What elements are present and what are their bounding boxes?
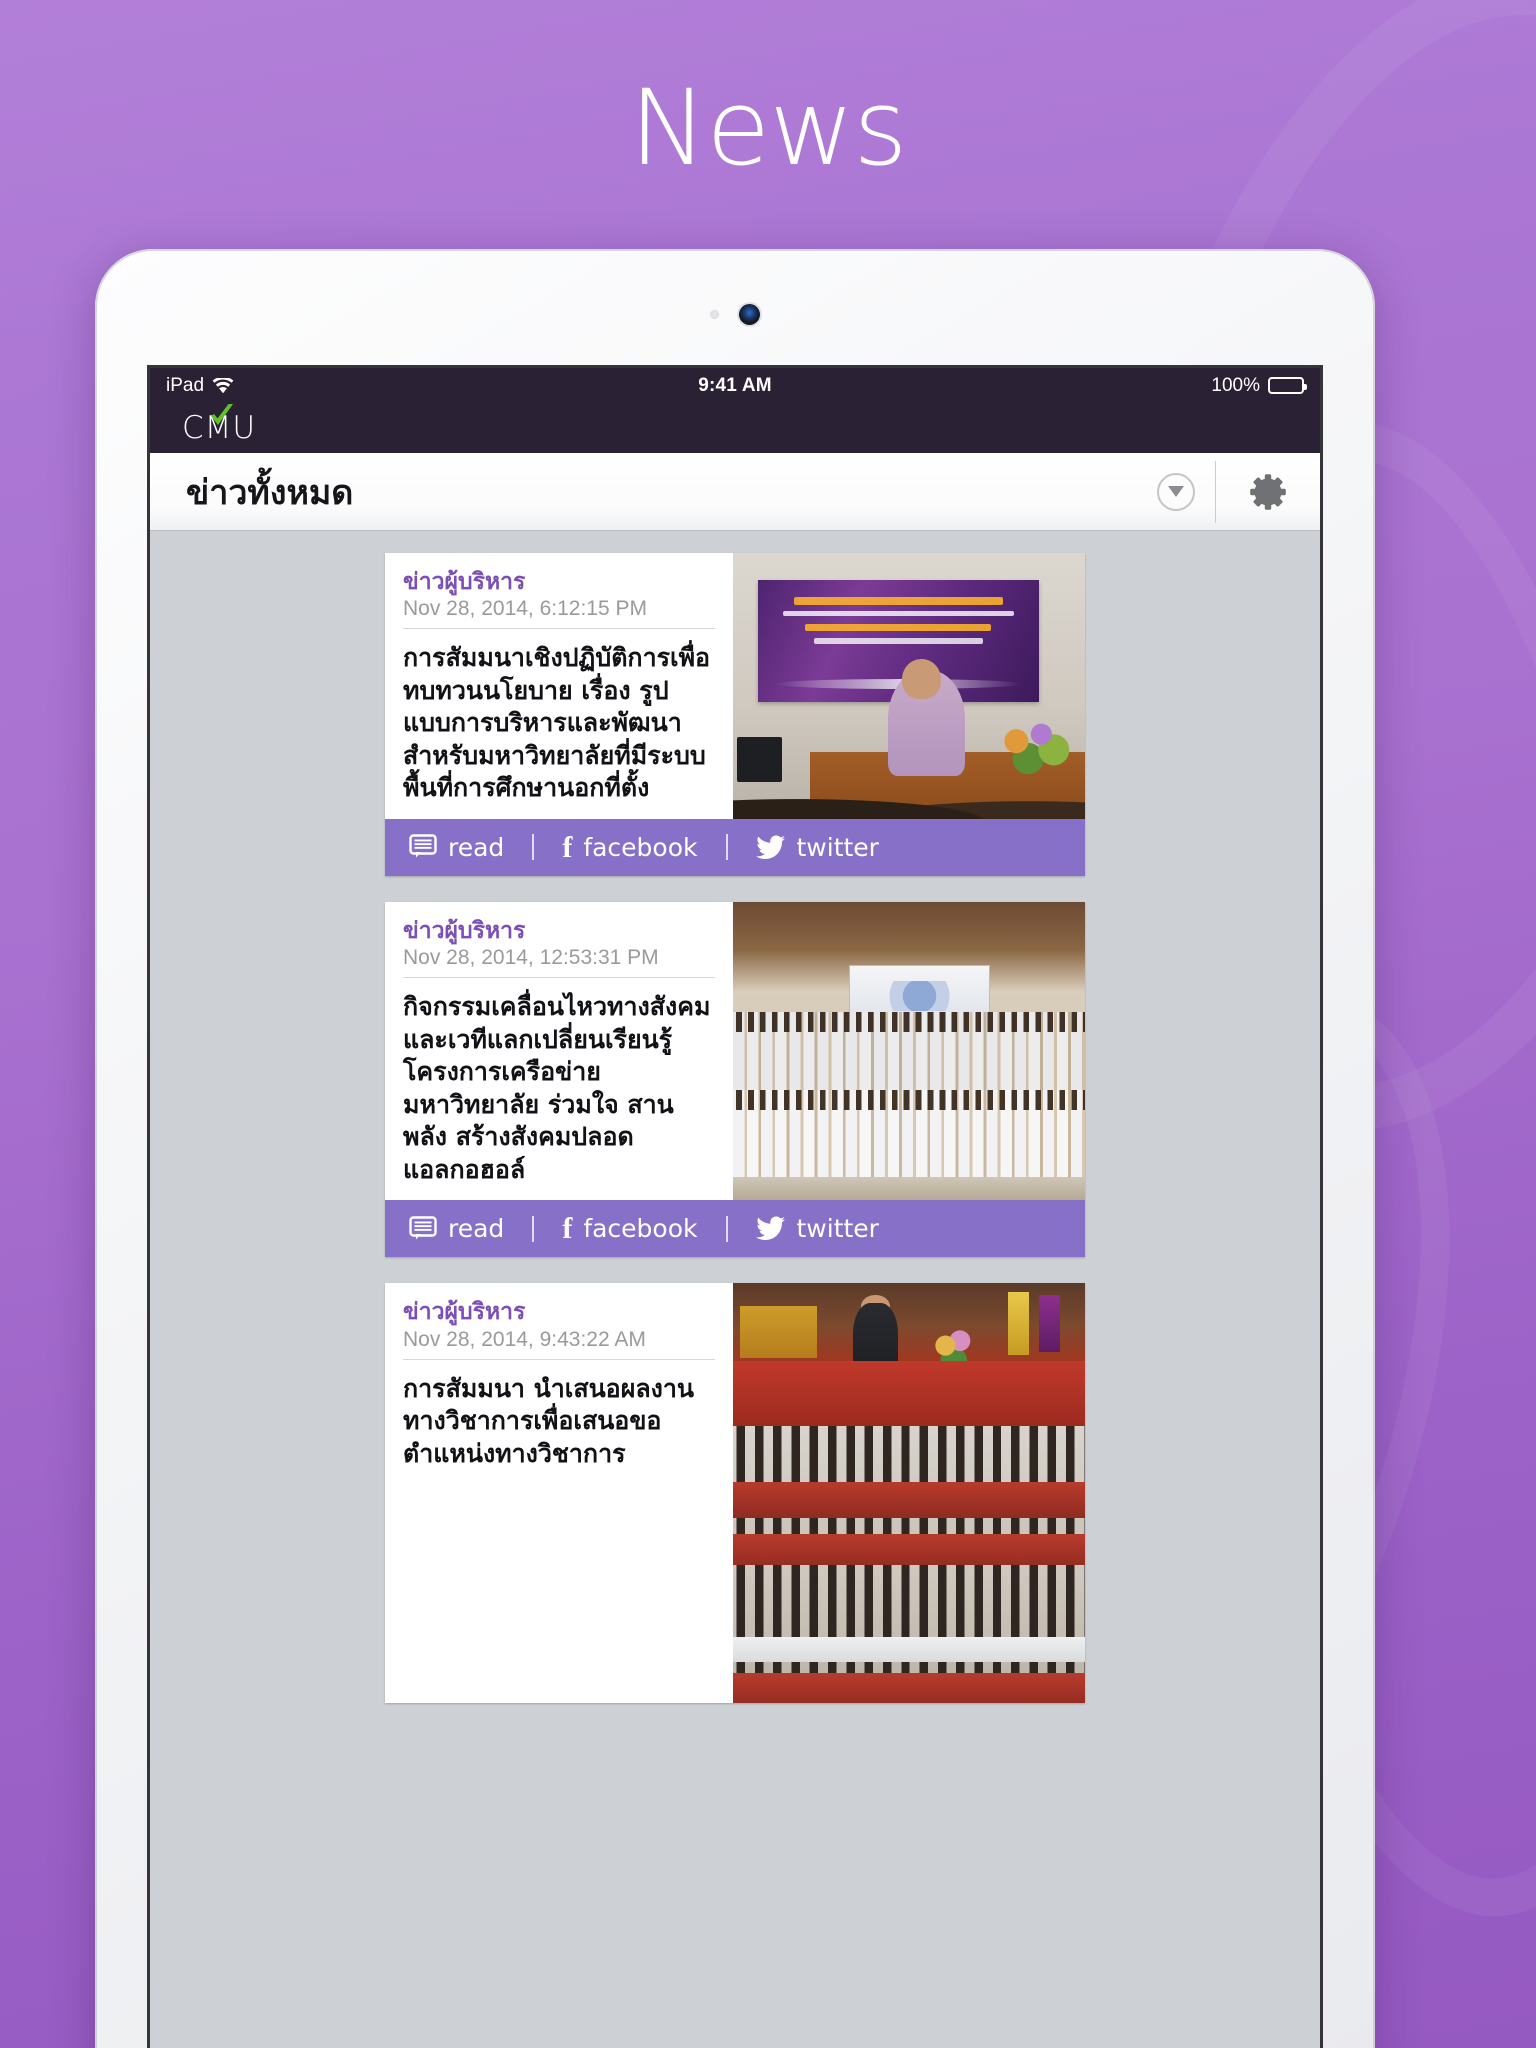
photo-flowers xyxy=(993,717,1071,777)
photo-stage-cloth xyxy=(733,1360,1085,1427)
speech-bubble-icon xyxy=(409,1216,437,1240)
battery-icon xyxy=(1268,377,1307,394)
photo-banner-line xyxy=(813,638,983,644)
photo-flag xyxy=(1039,1294,1061,1352)
ambient-light-sensor-icon xyxy=(710,310,719,319)
photo-desk xyxy=(733,1534,1085,1565)
app-brand-bar: CMU xyxy=(150,403,1320,453)
settings-button[interactable] xyxy=(1216,471,1320,513)
app-title-bar: ข่าวทั้งหมด xyxy=(150,453,1320,531)
device-sensor-row xyxy=(95,304,1375,325)
photo-people-row xyxy=(733,1012,1085,1102)
photo-banner-line xyxy=(805,623,992,631)
read-button[interactable]: read xyxy=(409,1214,504,1243)
photo-banner-line xyxy=(794,596,1003,606)
status-bar-right: 100% xyxy=(1211,374,1307,397)
status-bar-clock: 9:41 AM xyxy=(698,374,772,396)
front-camera-icon xyxy=(739,304,760,325)
photo-desk xyxy=(733,1636,1085,1662)
action-divider xyxy=(725,834,728,861)
news-card[interactable]: ข่าวผู้บริหาร Nov 28, 2014, 9:43:22 AM ก… xyxy=(385,1283,1085,1704)
photo-heads xyxy=(733,1012,1085,1033)
news-card-headline[interactable]: กิจกรรมเคลื่อนไหวทางสังคม และเวทีแลกเปลี… xyxy=(403,991,715,1186)
page-heading: News xyxy=(629,67,907,189)
news-card-category[interactable]: ข่าวผู้บริหาร xyxy=(403,1299,715,1325)
photo-desk xyxy=(733,1481,1085,1518)
cmu-logo[interactable]: CMU xyxy=(182,403,256,444)
chevron-down-circle-icon xyxy=(1157,472,1195,511)
news-card-headline[interactable]: การสัมมนา นำเสนอผลงานทางวิชาการเพื่อเสนอ… xyxy=(403,1373,715,1471)
facebook-f-icon: f xyxy=(562,1212,573,1246)
twitter-bird-icon xyxy=(755,1216,785,1241)
news-card[interactable]: ข่าวผู้บริหาร Nov 28, 2014, 12:53:31 PM … xyxy=(385,901,1085,1258)
photo-speaker-head xyxy=(901,659,941,700)
action-divider xyxy=(532,1215,535,1242)
photo-people-row xyxy=(733,1089,1085,1180)
news-card-date: Nov 28, 2014, 9:43:22 AM xyxy=(403,1326,715,1360)
facebook-label: facebook xyxy=(583,1214,698,1244)
photo-gold-banner xyxy=(740,1306,818,1358)
news-card-category[interactable]: ข่าวผู้บริหาร xyxy=(403,569,715,595)
photo-laptop xyxy=(736,736,783,782)
twitter-bird-icon xyxy=(755,835,785,859)
news-card-category[interactable]: ข่าวผู้บริหาร xyxy=(403,918,715,944)
news-card[interactable]: ข่าวผู้บริหาร Nov 28, 2014, 6:12:15 PM ก… xyxy=(385,553,1085,876)
page-title: ข่าวทั้งหมด xyxy=(186,472,354,513)
twitter-share-button[interactable]: twitter xyxy=(755,832,879,862)
news-card-photo[interactable] xyxy=(733,553,1085,819)
facebook-f-icon: f xyxy=(562,830,573,864)
read-button[interactable]: read xyxy=(409,833,504,862)
news-feed-scroll-area[interactable]: ข่าวผู้บริหาร Nov 28, 2014, 6:12:15 PM ก… xyxy=(150,531,1320,2048)
photo-flag xyxy=(1007,1291,1029,1355)
news-card-text: ข่าวผู้บริหาร Nov 28, 2014, 12:53:31 PM … xyxy=(385,902,733,1200)
news-card-action-bar: read f facebook twitter xyxy=(385,1200,1085,1258)
photo-audience-panel xyxy=(733,1564,1085,1704)
device-screen: iPad 9:41 AM 100% CMU ข่าวทั้งหมด ข่าวผู… xyxy=(150,368,1320,2048)
news-card-date: Nov 28, 2014, 12:53:31 PM xyxy=(403,944,715,979)
news-card-headline[interactable]: การสัมมนาเชิงปฏิบัติการเพื่อทบทวนนโยบาย … xyxy=(403,642,715,805)
photo-heads xyxy=(733,1089,1085,1110)
ipad-device-frame: iPad 9:41 AM 100% CMU ข่าวทั้งหมด ข่าวผู… xyxy=(95,249,1375,2048)
news-card-body: ข่าวผู้บริหาร Nov 28, 2014, 6:12:15 PM ก… xyxy=(385,553,1085,819)
action-divider xyxy=(532,834,535,861)
gear-icon xyxy=(1250,473,1286,510)
twitter-label: twitter xyxy=(796,1214,879,1244)
twitter-share-button[interactable]: twitter xyxy=(755,1214,879,1244)
marketing-backdrop: News iPad 9:41 AM 100% CMU ข่าวทั้งหมด ข… xyxy=(0,0,1536,2048)
category-dropdown-button[interactable] xyxy=(1137,472,1215,511)
news-card-date: Nov 28, 2014, 6:12:15 PM xyxy=(403,595,715,630)
facebook-share-button[interactable]: f facebook xyxy=(562,830,698,864)
chevron-down-icon xyxy=(1168,486,1184,497)
photo-floor xyxy=(733,1176,1085,1201)
facebook-share-button[interactable]: f facebook xyxy=(562,1212,698,1246)
action-divider xyxy=(725,1215,728,1242)
photo-desk xyxy=(733,1672,1085,1704)
title-bar-toolbar xyxy=(1137,453,1320,530)
read-label: read xyxy=(448,1214,505,1244)
photo-audience-panel xyxy=(733,1426,1085,1565)
photo-banner-line xyxy=(782,611,1014,617)
news-card-photo[interactable] xyxy=(733,901,1085,1201)
read-label: read xyxy=(448,832,505,862)
status-bar: iPad 9:41 AM 100% xyxy=(150,368,1320,403)
speech-bubble-icon xyxy=(409,834,437,858)
battery-percent-label: 100% xyxy=(1211,374,1260,396)
news-card-body: ข่าวผู้บริหาร Nov 28, 2014, 12:53:31 PM … xyxy=(385,901,1085,1201)
facebook-label: facebook xyxy=(583,832,698,862)
news-card-body: ข่าวผู้บริหาร Nov 28, 2014, 9:43:22 AM ก… xyxy=(385,1283,1085,1704)
twitter-label: twitter xyxy=(796,832,879,862)
green-check-icon xyxy=(211,403,233,425)
news-card-photo[interactable] xyxy=(733,1283,1085,1704)
news-card-text: ข่าวผู้บริหาร Nov 28, 2014, 9:43:22 AM ก… xyxy=(385,1283,733,1703)
news-card-text: ข่าวผู้บริหาร Nov 28, 2014, 6:12:15 PM ก… xyxy=(385,553,733,819)
news-card-action-bar: read f facebook twitter xyxy=(385,818,1085,876)
photo-stage-panel xyxy=(733,1283,1085,1427)
photo-foreground-audience xyxy=(733,787,1085,819)
